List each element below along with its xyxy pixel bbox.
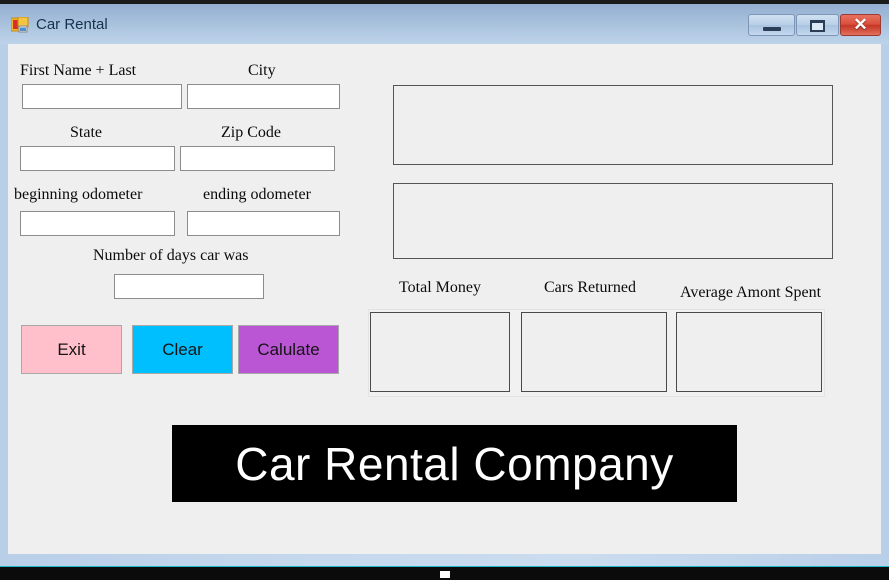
application-window: Car Rental ✕ First Name + Last City Stat… [0, 0, 889, 566]
input-beginning-odometer[interactable] [20, 211, 175, 236]
company-banner-text: Car Rental Company [235, 437, 674, 490]
minimize-button[interactable] [748, 14, 795, 36]
label-number-of-days: Number of days car was [93, 247, 249, 264]
title-bar[interactable]: Car Rental ✕ [0, 4, 889, 44]
label-total-money: Total Money [399, 279, 481, 296]
label-beginning-odometer: beginning odometer [14, 186, 143, 203]
output-cars-returned[interactable] [521, 312, 667, 392]
output-total-money[interactable] [370, 312, 510, 392]
minimize-icon [763, 27, 781, 31]
close-button[interactable]: ✕ [840, 14, 881, 36]
close-icon: ✕ [853, 15, 868, 34]
label-ending-odometer: ending odometer [203, 186, 311, 203]
calculate-button[interactable]: Calulate [238, 325, 339, 374]
output-average-amount-spent[interactable] [676, 312, 822, 392]
window-title: Car Rental [36, 16, 108, 33]
maximize-icon [810, 20, 825, 32]
label-cars-returned: Cars Returned [544, 279, 636, 296]
output-panel-secondary[interactable] [393, 183, 833, 259]
maximize-button[interactable] [796, 14, 839, 36]
taskbar [0, 566, 889, 580]
winforms-icon [10, 16, 29, 33]
input-first-last-name[interactable] [22, 84, 182, 109]
calculate-button-label: Calulate [257, 339, 320, 359]
exit-button[interactable]: Exit [21, 325, 122, 374]
clear-button-label: Clear [162, 339, 203, 359]
exit-button-label: Exit [57, 339, 86, 359]
clear-button[interactable]: Clear [132, 325, 233, 374]
form-client-area: First Name + Last City State Zip Code be… [8, 44, 881, 554]
label-first-last-name: First Name + Last [20, 62, 137, 79]
input-number-of-days[interactable] [114, 274, 264, 299]
input-city[interactable] [187, 84, 340, 109]
label-zip-code: Zip Code [221, 124, 281, 141]
input-state[interactable] [20, 146, 175, 171]
desktop-background: Car Rental ✕ First Name + Last City Stat… [0, 0, 889, 580]
output-panel-primary[interactable] [393, 85, 833, 165]
input-zip-code[interactable] [180, 146, 335, 171]
label-state: State [70, 124, 102, 141]
input-ending-odometer[interactable] [187, 211, 340, 236]
company-banner: Car Rental Company [172, 425, 737, 502]
label-average-amount-spent: Average Amont Spent [680, 284, 822, 301]
label-city: City [248, 62, 276, 79]
taskbar-indicator [440, 571, 450, 578]
